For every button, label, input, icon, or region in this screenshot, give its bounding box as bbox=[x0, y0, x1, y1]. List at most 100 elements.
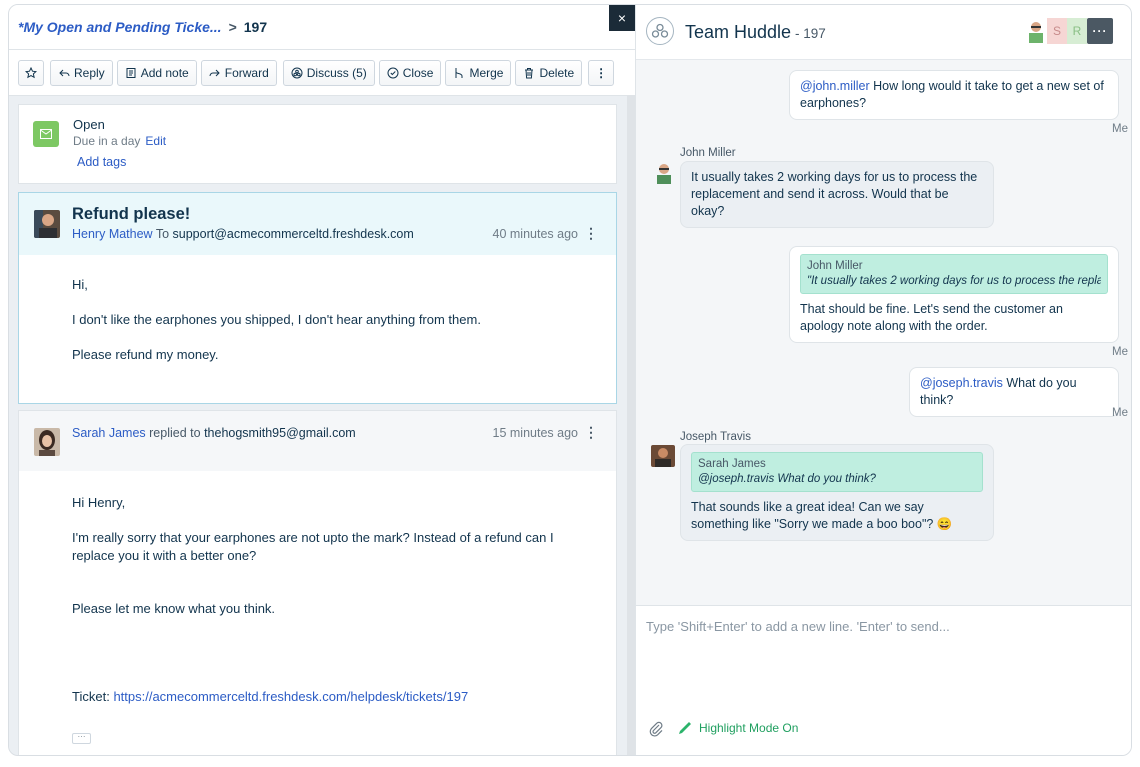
mention-link[interactable]: @john.miller bbox=[800, 79, 870, 93]
kebab-icon: ⋮ bbox=[595, 65, 608, 80]
chat-composer[interactable]: Type 'Shift+Enter' to add a new line. 'E… bbox=[636, 605, 1131, 755]
highlight-mode-toggle[interactable]: Highlight Mode On bbox=[678, 721, 798, 735]
app-window: *My Open and Pending Ticke... > 197 Repl… bbox=[8, 4, 1132, 756]
star-button[interactable] bbox=[18, 59, 44, 86]
discuss-label: Discuss (5) bbox=[306, 65, 367, 80]
message-author: Me bbox=[1112, 346, 1128, 358]
quote-author: John Miller bbox=[807, 260, 863, 272]
mention-link[interactable]: @joseph.travis bbox=[920, 376, 1003, 390]
avatar[interactable] bbox=[1025, 18, 1047, 44]
sender-name-link[interactable]: Sarah James bbox=[72, 426, 146, 440]
email-icon bbox=[33, 121, 59, 147]
reply-button[interactable]: Reply bbox=[50, 59, 113, 86]
ticket-message: Refund please! Henry Mathew To support@a… bbox=[18, 192, 617, 404]
avatar bbox=[654, 162, 674, 184]
recipient-address: thehogsmith95@gmail.com bbox=[204, 426, 356, 440]
show-quoted-text-button[interactable]: ··· bbox=[72, 733, 91, 744]
add-note-label: Add note bbox=[140, 65, 189, 80]
body-line: Hi Henry, bbox=[72, 495, 126, 510]
add-note-button[interactable]: Add note bbox=[116, 59, 197, 86]
ticket-link-label: Ticket: bbox=[72, 689, 110, 704]
note-icon bbox=[126, 67, 136, 78]
quote-text: @joseph.travis What do you think? bbox=[698, 473, 876, 485]
chat-message: Sarah James @joseph.travis What do you t… bbox=[680, 444, 994, 541]
delete-button[interactable]: Delete bbox=[515, 59, 583, 86]
chat-text: That should be fine. Let's send the cust… bbox=[800, 302, 1063, 333]
huddle-header: Team Huddle - 197 S R ··· bbox=[636, 5, 1131, 60]
breadcrumb-view-link[interactable]: *My Open and Pending Ticke... bbox=[18, 19, 222, 35]
message-input-placeholder[interactable]: Type 'Shift+Enter' to add a new line. 'E… bbox=[646, 619, 950, 634]
due-text: Due in a day bbox=[73, 134, 141, 148]
ticket-link[interactable]: https://acmecommerceltd.freshdesk.com/he… bbox=[113, 689, 468, 704]
merge-label: Merge bbox=[469, 65, 504, 80]
message-menu-button[interactable]: ⋮ bbox=[584, 424, 598, 441]
reply-icon bbox=[59, 69, 70, 76]
ticket-number: 197 bbox=[243, 19, 268, 35]
chat-sender: John Miller bbox=[680, 147, 736, 159]
message-from: Sarah James replied to thehogsmith95@gma… bbox=[72, 426, 356, 440]
highlight-mode-label: Highlight Mode On bbox=[699, 721, 799, 735]
discuss-icon bbox=[291, 67, 303, 78]
ticket-panel: *My Open and Pending Ticke... > 197 Repl… bbox=[9, 5, 635, 755]
message-time: 15 minutes ago bbox=[492, 426, 578, 440]
message-from: Henry Mathew To support@acmecommerceltd.… bbox=[72, 227, 414, 241]
merge-icon bbox=[455, 67, 463, 78]
quote-author: Sarah James bbox=[698, 458, 766, 470]
message-menu-button[interactable]: ⋮ bbox=[584, 225, 598, 242]
participant-list: S R ··· bbox=[1025, 18, 1113, 44]
reply-label: Reply bbox=[74, 65, 105, 80]
message-author: Me bbox=[1112, 123, 1128, 135]
star-icon bbox=[25, 66, 37, 78]
trash-icon bbox=[525, 67, 534, 78]
huddle-logo-icon bbox=[646, 17, 674, 45]
ticket-status: Open bbox=[73, 117, 105, 132]
body-line: I'm really sorry that your earphones are… bbox=[72, 530, 554, 563]
replied-to-label: replied to bbox=[149, 426, 201, 440]
participant-avatar[interactable]: R bbox=[1067, 18, 1087, 44]
paperclip-icon bbox=[649, 721, 663, 737]
close-ticket-button[interactable]: Close bbox=[378, 59, 442, 86]
team-huddle-panel: Team Huddle - 197 S R ··· @john.miller H… bbox=[635, 5, 1131, 755]
highlighter-icon bbox=[679, 722, 691, 734]
close-label: Close bbox=[402, 65, 434, 80]
ticket-subject: Refund please! bbox=[72, 205, 191, 223]
avatar bbox=[651, 445, 675, 467]
to-label: To bbox=[155, 227, 170, 241]
huddle-ticket-number: - 197 bbox=[795, 26, 826, 41]
message-time: 40 minutes ago bbox=[492, 227, 578, 241]
chat-message: @john.miller How long would it take to g… bbox=[789, 70, 1119, 120]
chat-message: It usually takes 2 working days for us t… bbox=[680, 161, 994, 228]
chat-text: That sounds like a great idea! Can we sa… bbox=[691, 500, 953, 531]
forward-label: Forward bbox=[224, 65, 269, 80]
body-line: I don't like the earphones you shipped, … bbox=[72, 312, 481, 327]
body-line: Please refund my money. bbox=[72, 347, 219, 362]
edit-due-link[interactable]: Edit bbox=[145, 134, 166, 148]
recipient-address: support@acmecommerceltd.freshdesk.com bbox=[172, 227, 414, 241]
merge-button[interactable]: Merge bbox=[445, 59, 512, 86]
discuss-button[interactable]: Discuss (5) bbox=[282, 59, 375, 86]
sender-name-link[interactable]: Henry Mathew bbox=[72, 227, 153, 241]
message-author: Me bbox=[1112, 407, 1128, 419]
scrollbar[interactable] bbox=[627, 95, 635, 755]
attach-button[interactable] bbox=[648, 721, 664, 737]
quoted-message: John Miller "It usually takes 2 working … bbox=[800, 254, 1108, 294]
ticket-status-card: Open Due in a day Edit Add tags bbox=[18, 104, 617, 184]
huddle-title: Team Huddle bbox=[685, 22, 792, 42]
check-circle-icon bbox=[387, 67, 399, 78]
forward-button[interactable]: Forward bbox=[200, 59, 277, 86]
avatar bbox=[34, 210, 60, 238]
participant-avatar[interactable]: S bbox=[1047, 18, 1067, 44]
forward-icon bbox=[209, 69, 220, 76]
more-participants-button[interactable]: ··· bbox=[1087, 18, 1113, 44]
breadcrumb: *My Open and Pending Ticke... > 197 bbox=[9, 5, 635, 50]
breadcrumb-separator: > bbox=[228, 19, 237, 35]
chat-message: @joseph.travis What do you think? bbox=[909, 367, 1119, 417]
chat-thread: @john.miller How long would it take to g… bbox=[636, 60, 1131, 605]
quote-text: "It usually takes 2 working days for us … bbox=[807, 275, 1101, 287]
more-actions-button[interactable]: ⋮ bbox=[588, 59, 615, 86]
delete-label: Delete bbox=[539, 65, 575, 80]
ticket-link-line: Ticket: https://acmecommerceltd.freshdes… bbox=[72, 688, 592, 706]
add-tags-link[interactable]: Add tags bbox=[77, 155, 126, 169]
body-line: Please let me know what you think. bbox=[72, 601, 276, 616]
close-huddle-button[interactable]: × bbox=[609, 5, 635, 31]
